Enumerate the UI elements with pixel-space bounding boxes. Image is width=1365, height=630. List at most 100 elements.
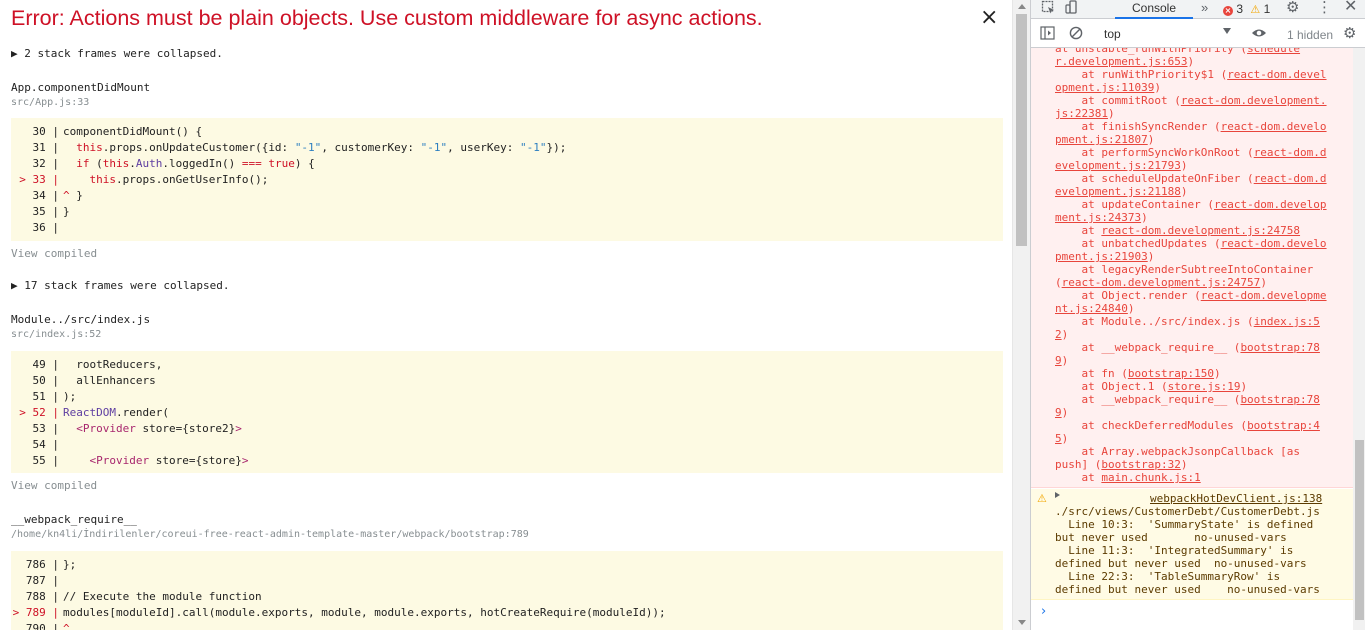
stack-source-link[interactable]: schedule	[1247, 48, 1300, 55]
devtools-panel: Console » × 3 ⚠ 1 ⚙ ⋮ ✕ top 1 hidden ⚙ a…	[1030, 0, 1365, 630]
stack-line: r.development.js:653)	[1055, 55, 1195, 68]
stack-source-link[interactable]: react-dom.development.js:24758	[1101, 224, 1300, 237]
error-overlay: Error: Actions must be plain objects. Us…	[0, 0, 1012, 630]
stack-source-link[interactable]: react-dom.develo	[1221, 237, 1327, 250]
warning-icon: ⚠	[1250, 3, 1261, 16]
warning-text: ./src/views/CustomerDebt/CustomerDebt.js…	[1055, 505, 1320, 596]
stack-frame: __webpack_require__ /home/kn4li/İndirile…	[11, 513, 1003, 540]
stack-line: evelopment.js:21188)	[1055, 185, 1188, 198]
error-stack-trace: at unstable_runWithPriority (schedule r.d…	[1055, 48, 1351, 484]
close-icon[interactable]: ✕	[1344, 0, 1357, 14]
stack-line: at Module../src/index.js (index.js:5	[1055, 315, 1320, 328]
code-line-highlighted: > 52 | ReactDOM.render(	[19, 406, 169, 419]
stack-source-link[interactable]: bootstrap:150	[1128, 367, 1214, 380]
stack-line: at commitRoot (react-dom.development.	[1055, 94, 1327, 107]
view-compiled-link[interactable]: View compiled	[11, 247, 1003, 260]
tab-console[interactable]: Console	[1115, 0, 1193, 19]
warning-count: 1	[1263, 2, 1271, 16]
stack-source-link[interactable]: react-dom.devel	[1227, 68, 1326, 81]
stack-source-link[interactable]: bootstrap:78	[1240, 341, 1319, 354]
stack-source-link[interactable]: react-dom.d	[1254, 172, 1327, 185]
issue-counter[interactable]: × 3 ⚠ 1	[1223, 2, 1270, 17]
code-line-highlighted: > 789 | modules[moduleId].call(module.exp…	[12, 606, 666, 619]
device-toolbar-icon[interactable]	[1065, 0, 1080, 20]
stack-line: js:22381)	[1055, 107, 1115, 120]
stack-source-link[interactable]: bootstrap:32	[1101, 458, 1180, 471]
code-snippet: 30 | componentDidMount() { 31 | this.prop…	[11, 118, 1003, 241]
scrollbar-thumb[interactable]	[1016, 14, 1027, 246]
stack-source-link[interactable]: nt.js:24840	[1055, 302, 1128, 315]
code-line: 55 | <Provider store={store}>	[32, 454, 249, 467]
code-line: 36 |	[32, 221, 60, 234]
stack-source-link[interactable]: evelopment.js:21793	[1055, 159, 1181, 172]
stack-line: push] (bootstrap:32)	[1055, 458, 1188, 471]
eye-icon[interactable]	[1251, 26, 1267, 45]
code-line: 54 |	[32, 438, 60, 451]
console-scrollbar[interactable]	[1353, 48, 1365, 630]
collapsed-frames-toggle[interactable]: ▶ 2 stack frames were collapsed.	[11, 47, 1003, 60]
stack-source-link[interactable]: react-dom.develo	[1221, 120, 1327, 133]
code-line: 53 | <Provider store={store2}>	[32, 422, 242, 435]
stack-source-link[interactable]: react-dom.develop	[1214, 198, 1327, 211]
stack-line: nt.js:24840)	[1055, 302, 1135, 315]
gear-icon[interactable]: ⚙	[1286, 0, 1299, 15]
code-line: 50 | allEnhancers	[32, 374, 156, 387]
console-prompt-icon[interactable]: ›	[1041, 604, 1046, 619]
stack-source-link[interactable]: bootstrap:78	[1240, 393, 1319, 406]
stack-source-link[interactable]: bootstrap:4	[1247, 419, 1320, 432]
clear-console-icon[interactable]	[1069, 26, 1083, 45]
code-line: 786 |};	[25, 558, 77, 571]
stack-source-link[interactable]: 5	[1055, 432, 1062, 445]
close-overlay-button[interactable]: ×	[980, 6, 998, 30]
expand-arrow-icon[interactable]	[1055, 492, 1060, 498]
stack-line: at legacyRenderSubtreeIntoContainer	[1055, 263, 1314, 276]
hidden-messages-count[interactable]: 1 hidden	[1287, 28, 1333, 42]
stack-source-link[interactable]: react-dom.developme	[1201, 289, 1327, 302]
context-select-value: top	[1104, 27, 1121, 41]
stack-source-link[interactable]: pment.js:21903	[1055, 250, 1148, 263]
stack-source-link[interactable]: 2	[1055, 328, 1062, 341]
scroll-down-arrow-icon[interactable]	[1018, 620, 1026, 625]
code-line: 787 |	[25, 574, 59, 587]
overlay-scrollbar[interactable]	[1012, 0, 1030, 630]
scrollbar-thumb[interactable]	[1355, 440, 1364, 620]
stack-source-link[interactable]: react-dom.development.	[1181, 94, 1327, 107]
console-toolbar: top 1 hidden ⚙	[1031, 20, 1365, 48]
frame-file-location[interactable]: src/index.js:52	[11, 329, 1003, 340]
stack-source-link[interactable]: main.chunk.js:1	[1101, 471, 1200, 484]
stack-line: at updateContainer (react-dom.develop	[1055, 198, 1327, 211]
console-settings-gear-icon[interactable]: ⚙	[1343, 25, 1356, 41]
stack-line: 9)	[1055, 354, 1069, 367]
stack-source-link[interactable]: ment.js:24373	[1055, 211, 1141, 224]
stack-source-link[interactable]: index.js:5	[1254, 315, 1320, 328]
view-compiled-link[interactable]: View compiled	[11, 479, 1003, 492]
stack-source-link[interactable]: react-dom.d	[1254, 146, 1327, 159]
console-error-message: at unstable_runWithPriority (schedule r.d…	[1031, 48, 1353, 488]
scroll-up-arrow-icon[interactable]	[1018, 4, 1026, 9]
stack-source-link[interactable]: pment.js:21807	[1055, 133, 1148, 146]
frame-file-location[interactable]: src/App.js:33	[11, 97, 1003, 108]
stack-source-link[interactable]: 9	[1055, 354, 1062, 367]
stack-line: 9)	[1055, 406, 1069, 419]
stack-source-link[interactable]: react-dom.development.js:24757	[1062, 276, 1261, 289]
stack-source-link[interactable]: store.js:19	[1168, 380, 1241, 393]
stack-source-link[interactable]: js:22381	[1055, 107, 1108, 120]
stack-source-link[interactable]: 9	[1055, 406, 1062, 419]
code-line: 34 | ^ }	[32, 189, 83, 202]
stack-source-link[interactable]: r.development.js:653	[1055, 55, 1187, 68]
stack-line: evelopment.js:21793)	[1055, 159, 1188, 172]
collapsed-frames-toggle[interactable]: ▶ 17 stack frames were collapsed.	[11, 279, 1003, 292]
inspect-element-icon[interactable]	[1041, 0, 1056, 20]
frame-file-location[interactable]: /home/kn4li/İndirilenler/coreui-free-rea…	[11, 529, 1003, 540]
stack-source-link[interactable]: evelopment.js:21188	[1055, 185, 1181, 198]
kebab-menu-icon[interactable]: ⋮	[1317, 0, 1332, 15]
stack-source-link[interactable]: opment.js:11039	[1055, 81, 1154, 94]
stack-line: at Array.webpackJsonpCallback [as	[1055, 445, 1301, 458]
sidebar-toggle-icon[interactable]	[1040, 26, 1055, 45]
stack-line: at fn (bootstrap:150)	[1055, 367, 1221, 380]
stack-line: at performSyncWorkOnRoot (react-dom.d	[1055, 146, 1327, 159]
warning-source-link[interactable]: webpackHotDevClient.js:138	[1150, 492, 1322, 505]
context-select[interactable]: top	[1101, 24, 1249, 44]
stack-line: opment.js:11039)	[1055, 81, 1161, 94]
more-tabs-icon[interactable]: »	[1201, 0, 1208, 16]
